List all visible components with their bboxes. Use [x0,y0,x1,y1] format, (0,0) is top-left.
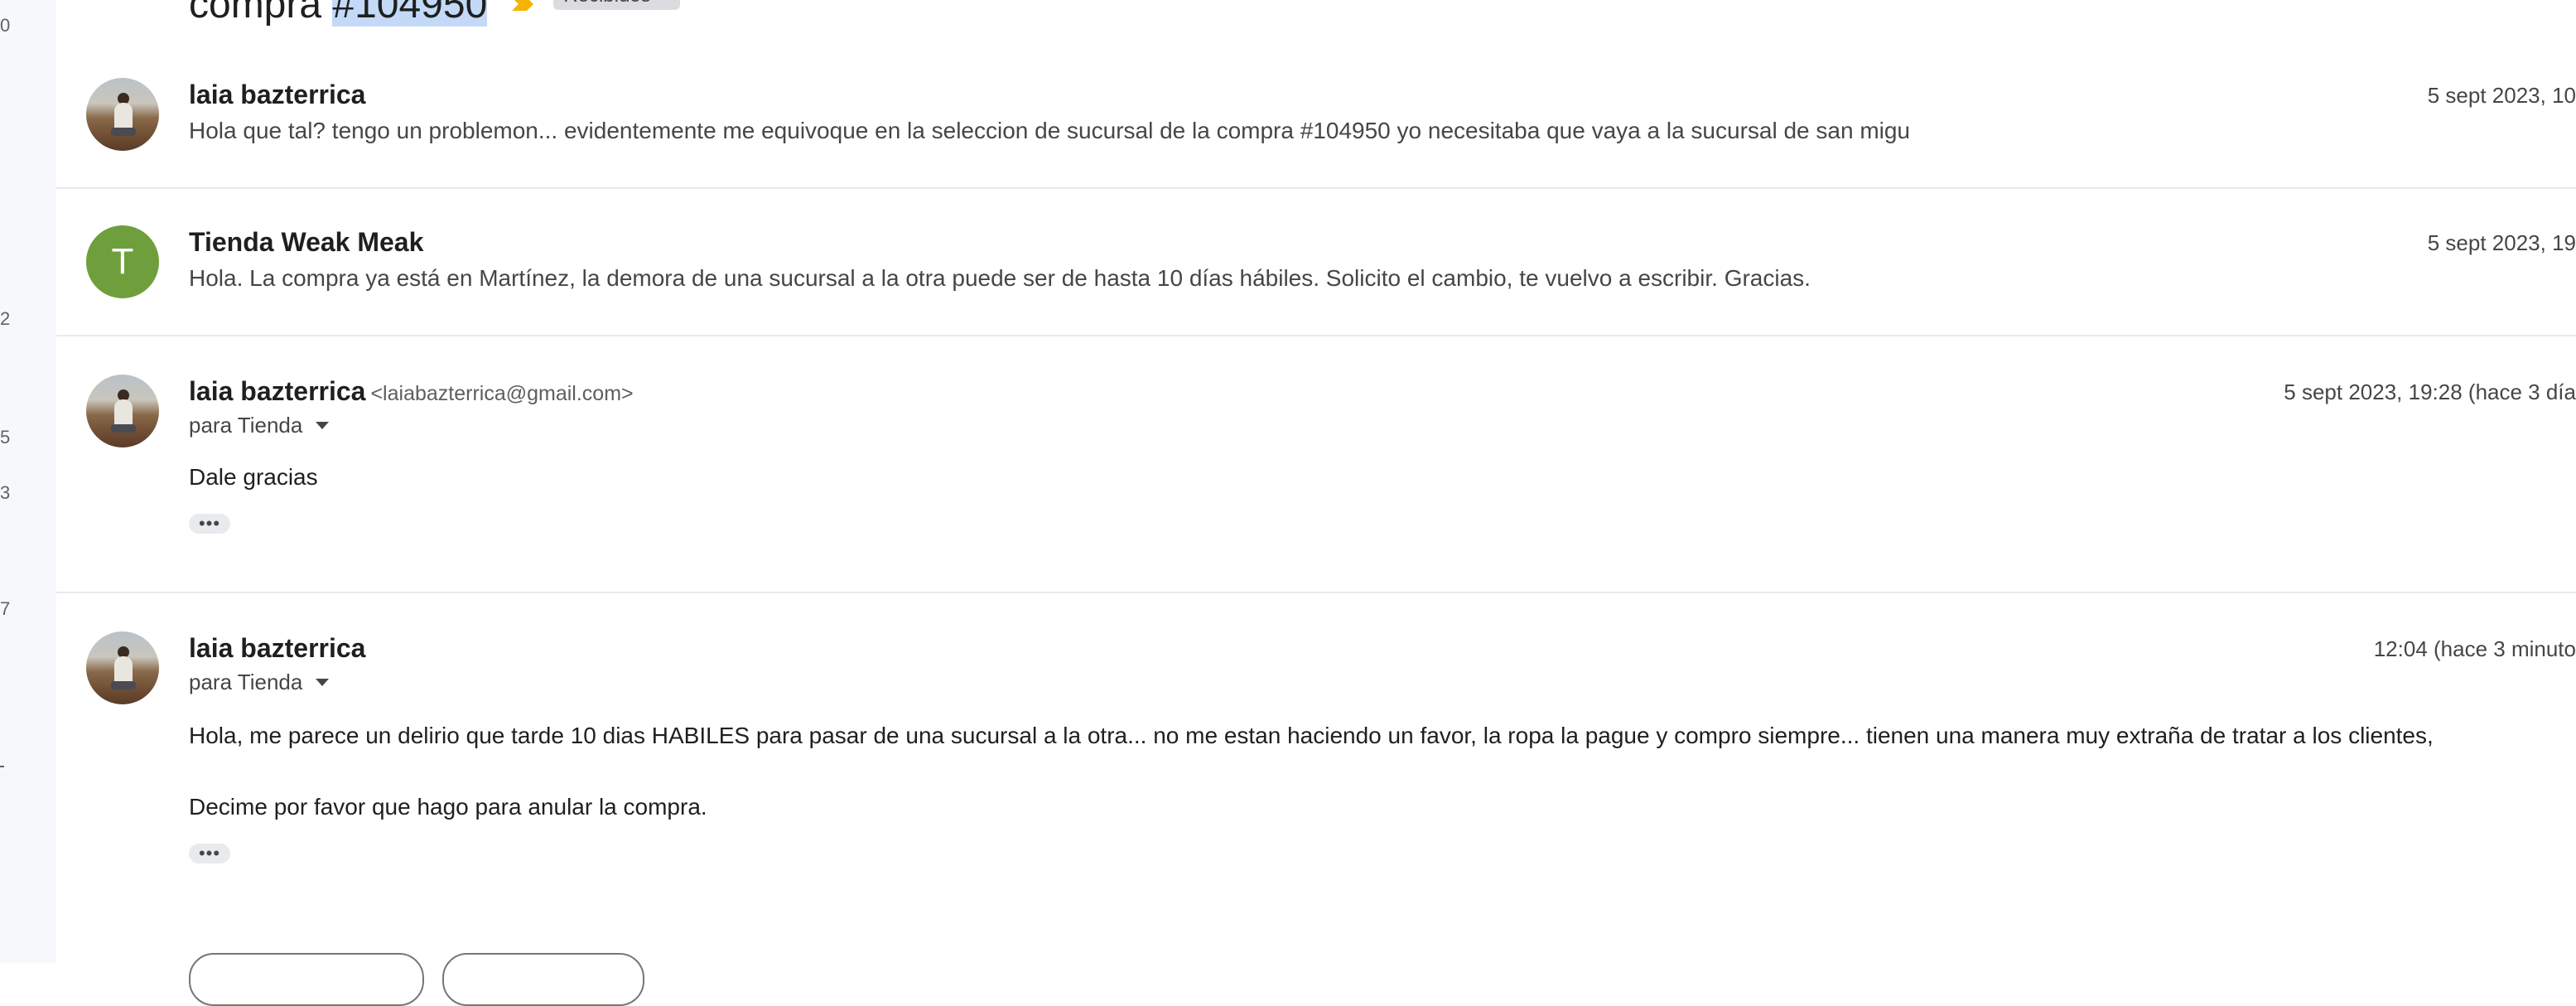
message-expanded: laia bazterrica 12:04 (hace 3 minuto par… [56,593,2576,963]
label-chip-text: Recibidos [563,0,650,7]
gutter-number: 0 [0,15,11,36]
show-trimmed-content-button[interactable]: ••• [189,513,230,534]
avatar[interactable]: T [86,225,159,298]
importance-marker-icon[interactable] [510,0,535,12]
left-side-panel: 0 2 5 3 7 [0,0,56,963]
gutter-number: 5 [0,427,11,447]
show-trimmed-content-button[interactable]: ••• [189,843,230,863]
sender-email: <laiabazterrica@gmail.com> [370,382,634,405]
avatar[interactable] [86,631,159,704]
gutter-dash [0,766,4,767]
gutter-number: 7 [0,598,11,619]
message-date: 5 sept 2023, 10 [2427,83,2576,108]
thread-subject-row: compra #104950 Recibidos × [189,0,680,27]
sender-name[interactable]: Tienda Weak Meak [189,227,423,258]
recipient-details-toggle[interactable]: para Tienda [189,413,330,438]
message-snippet: Hola. La compra ya está en Martínez, la … [189,265,1811,291]
message-date: 5 sept 2023, 19:28 (hace 3 día [2284,380,2576,404]
reply-button[interactable] [189,953,424,1006]
label-chip-inbox[interactable]: Recibidos × [553,0,680,10]
gutter-number: 3 [0,482,11,503]
message-collapsed[interactable]: laia bazterrica Hola que tal? tengo un p… [56,58,2576,187]
subject-prefix: compra [189,0,333,27]
avatar[interactable] [86,78,159,151]
message-body-line: Dale gracias [189,464,318,490]
recipient-label: para Tienda [189,670,303,694]
sender-line: laia bazterrica <laiabazterrica@gmail.com… [189,376,634,407]
sender-name[interactable]: laia bazterrica [189,376,365,406]
recipient-label: para Tienda [189,413,303,438]
message-expanded: laia bazterrica <laiabazterrica@gmail.com… [56,336,2576,592]
message-collapsed[interactable]: T Tienda Weak Meak Hola. La compra ya es… [56,189,2576,335]
message-snippet: Hola que tal? tengo un problemon... evid… [189,118,1911,143]
message-body-line: Hola, me parece un delirio que tarde 10 … [189,723,2434,748]
message-date: 12:04 (hace 3 minuto [2373,636,2576,661]
subject-highlighted-order-number: #104950 [332,0,488,27]
gutter-number: 2 [0,308,11,329]
sender-name[interactable]: laia bazterrica [189,633,365,664]
sender-name[interactable]: laia bazterrica [189,80,365,110]
avatar[interactable] [86,375,159,447]
thread-subject: compra #104950 [189,0,488,27]
caret-down-icon [316,422,330,429]
message-body-line: Decime por favor que hago para anular la… [189,794,707,820]
remove-label-icon[interactable]: × [659,0,670,7]
forward-button[interactable] [442,953,644,1006]
caret-down-icon [316,679,330,686]
message-date: 5 sept 2023, 19 [2427,230,2576,255]
recipient-details-toggle[interactable]: para Tienda [189,670,330,695]
